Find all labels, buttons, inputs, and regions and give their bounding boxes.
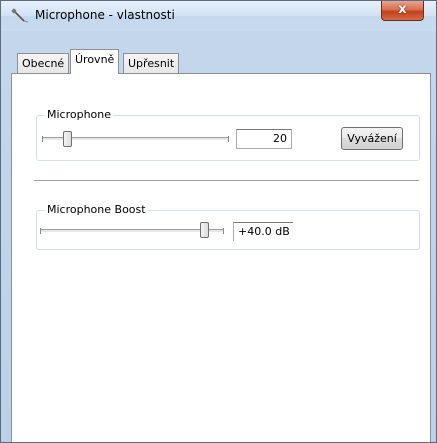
boost-slider-track[interactable] [41,229,223,233]
boost-level-value: +40.0 dB [238,225,290,238]
boost-group-label: Microphone Boost [45,203,148,216]
balance-button[interactable]: Vyvážení [341,127,403,150]
tab-general-label: Obecné [22,57,65,70]
tab-general[interactable]: Obecné [17,53,70,74]
close-icon: x [398,2,407,17]
boost-level-field: +40.0 dB [233,222,293,241]
slider-tick [223,228,224,234]
microphone-slider-thumb[interactable] [63,131,72,147]
microphone-group-label: Microphone [45,108,114,121]
title-bar[interactable]: Microphone - vlastnosti x [1,1,436,31]
separator [34,180,419,182]
window-title: Microphone - vlastnosti [35,8,175,22]
tab-panel-levels: Microphone 20 Vyvážení Microphone Boost … [11,73,431,442]
balance-button-label: Vyvážení [347,132,397,145]
boost-slider-thumb[interactable] [200,222,209,238]
tab-advanced[interactable]: Upřesnit [123,53,180,74]
microphone-level-value: 20 [273,132,287,145]
properties-window: Microphone - vlastnosti x Obecné Úrovně … [0,0,437,443]
tab-levels-label: Úrovně [75,53,115,66]
tab-levels[interactable]: Úrovně [70,49,120,74]
slider-tick [228,136,229,142]
close-button[interactable]: x [381,1,424,21]
microphone-icon [11,8,29,23]
tab-advanced-label: Upřesnit [128,57,175,70]
microphone-level-field[interactable]: 20 [236,129,292,149]
